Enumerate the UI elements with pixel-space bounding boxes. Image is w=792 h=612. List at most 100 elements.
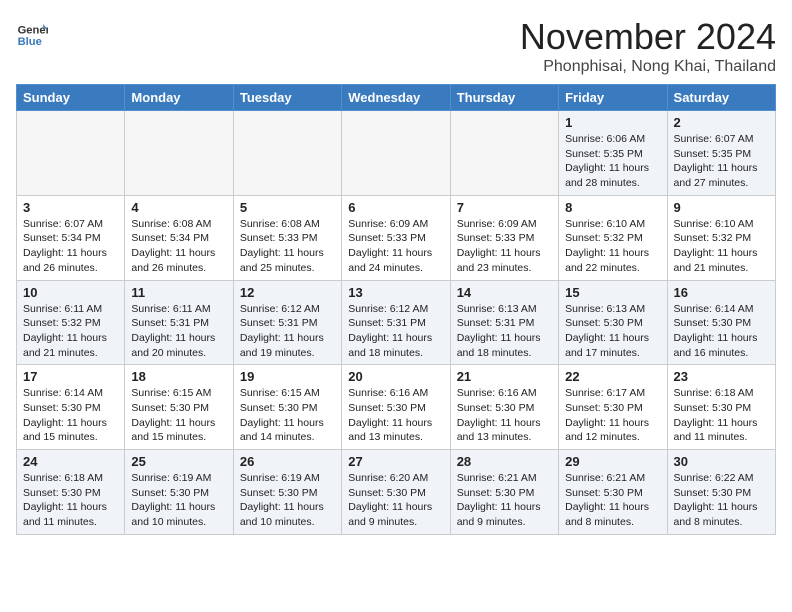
day-info: Sunrise: 6:06 AMSunset: 5:35 PMDaylight:… <box>565 132 660 191</box>
calendar-day: 30 Sunrise: 6:22 AMSunset: 5:30 PMDayligh… <box>667 450 775 535</box>
day-number: 25 <box>131 454 226 469</box>
day-number: 9 <box>674 200 769 215</box>
calendar-day: 28 Sunrise: 6:21 AMSunset: 5:30 PMDayligh… <box>450 450 558 535</box>
day-info: Sunrise: 6:11 AMSunset: 5:31 PMDaylight:… <box>131 302 226 361</box>
logo-icon: General Blue <box>16 16 48 48</box>
day-info: Sunrise: 6:19 AMSunset: 5:30 PMDaylight:… <box>131 471 226 530</box>
day-number: 6 <box>348 200 443 215</box>
calendar-day: 1 Sunrise: 6:06 AMSunset: 5:35 PMDaylight… <box>559 111 667 196</box>
day-info: Sunrise: 6:09 AMSunset: 5:33 PMDaylight:… <box>457 217 552 276</box>
day-info: Sunrise: 6:11 AMSunset: 5:32 PMDaylight:… <box>23 302 118 361</box>
calendar-day <box>233 111 341 196</box>
weekday-header-monday: Monday <box>125 85 233 111</box>
day-number: 4 <box>131 200 226 215</box>
day-number: 3 <box>23 200 118 215</box>
calendar-week-row: 10 Sunrise: 6:11 AMSunset: 5:32 PMDayligh… <box>17 280 776 365</box>
calendar-day: 7 Sunrise: 6:09 AMSunset: 5:33 PMDaylight… <box>450 195 558 280</box>
weekday-header-sunday: Sunday <box>17 85 125 111</box>
calendar-day: 12 Sunrise: 6:12 AMSunset: 5:31 PMDayligh… <box>233 280 341 365</box>
day-info: Sunrise: 6:14 AMSunset: 5:30 PMDaylight:… <box>23 386 118 445</box>
calendar-day: 16 Sunrise: 6:14 AMSunset: 5:30 PMDayligh… <box>667 280 775 365</box>
svg-text:Blue: Blue <box>18 36 42 48</box>
day-info: Sunrise: 6:08 AMSunset: 5:34 PMDaylight:… <box>131 217 226 276</box>
day-info: Sunrise: 6:16 AMSunset: 5:30 PMDaylight:… <box>348 386 443 445</box>
calendar-day: 22 Sunrise: 6:17 AMSunset: 5:30 PMDayligh… <box>559 365 667 450</box>
day-info: Sunrise: 6:12 AMSunset: 5:31 PMDaylight:… <box>348 302 443 361</box>
calendar-day: 4 Sunrise: 6:08 AMSunset: 5:34 PMDaylight… <box>125 195 233 280</box>
day-number: 30 <box>674 454 769 469</box>
weekday-header-tuesday: Tuesday <box>233 85 341 111</box>
day-info: Sunrise: 6:21 AMSunset: 5:30 PMDaylight:… <box>457 471 552 530</box>
day-number: 1 <box>565 115 660 130</box>
weekday-header-friday: Friday <box>559 85 667 111</box>
day-info: Sunrise: 6:22 AMSunset: 5:30 PMDaylight:… <box>674 471 769 530</box>
calendar-week-row: 17 Sunrise: 6:14 AMSunset: 5:30 PMDayligh… <box>17 365 776 450</box>
day-number: 16 <box>674 285 769 300</box>
day-number: 17 <box>23 369 118 384</box>
day-number: 23 <box>674 369 769 384</box>
calendar-day: 18 Sunrise: 6:15 AMSunset: 5:30 PMDayligh… <box>125 365 233 450</box>
calendar-day: 25 Sunrise: 6:19 AMSunset: 5:30 PMDayligh… <box>125 450 233 535</box>
day-number: 14 <box>457 285 552 300</box>
day-number: 5 <box>240 200 335 215</box>
day-info: Sunrise: 6:18 AMSunset: 5:30 PMDaylight:… <box>674 386 769 445</box>
weekday-header-saturday: Saturday <box>667 85 775 111</box>
calendar-day: 17 Sunrise: 6:14 AMSunset: 5:30 PMDayligh… <box>17 365 125 450</box>
day-info: Sunrise: 6:19 AMSunset: 5:30 PMDaylight:… <box>240 471 335 530</box>
day-number: 28 <box>457 454 552 469</box>
day-number: 18 <box>131 369 226 384</box>
calendar-day: 19Sunrise: 6:15 AMSunset: 5:30 PMDayligh… <box>233 365 341 450</box>
calendar-day <box>17 111 125 196</box>
day-number: 11 <box>131 285 226 300</box>
day-number: 19 <box>240 369 335 384</box>
day-number: 13 <box>348 285 443 300</box>
calendar-day: 6 Sunrise: 6:09 AMSunset: 5:33 PMDaylight… <box>342 195 450 280</box>
day-info: Sunrise: 6:13 AMSunset: 5:30 PMDaylight:… <box>565 302 660 361</box>
day-info: Sunrise: 6:10 AMSunset: 5:32 PMDaylight:… <box>565 217 660 276</box>
calendar-day <box>125 111 233 196</box>
day-info: Sunrise: 6:10 AMSunset: 5:32 PMDaylight:… <box>674 217 769 276</box>
day-number: 26 <box>240 454 335 469</box>
calendar-day: 14 Sunrise: 6:13 AMSunset: 5:31 PMDayligh… <box>450 280 558 365</box>
calendar-day: 24Sunrise: 6:18 AMSunset: 5:30 PMDayligh… <box>17 450 125 535</box>
day-number: 15 <box>565 285 660 300</box>
calendar-week-row: 24Sunrise: 6:18 AMSunset: 5:30 PMDayligh… <box>17 450 776 535</box>
weekday-header-wednesday: Wednesday <box>342 85 450 111</box>
day-info: Sunrise: 6:18 AMSunset: 5:30 PMDaylight:… <box>23 471 118 530</box>
calendar-day: 13 Sunrise: 6:12 AMSunset: 5:31 PMDayligh… <box>342 280 450 365</box>
day-info: Sunrise: 6:12 AMSunset: 5:31 PMDaylight:… <box>240 302 335 361</box>
calendar-week-row: 1 Sunrise: 6:06 AMSunset: 5:35 PMDaylight… <box>17 111 776 196</box>
day-number: 10 <box>23 285 118 300</box>
day-number: 2 <box>674 115 769 130</box>
day-number: 22 <box>565 369 660 384</box>
day-info: Sunrise: 6:16 AMSunset: 5:30 PMDaylight:… <box>457 386 552 445</box>
calendar-day: 26 Sunrise: 6:19 AMSunset: 5:30 PMDayligh… <box>233 450 341 535</box>
day-info: Sunrise: 6:21 AMSunset: 5:30 PMDaylight:… <box>565 471 660 530</box>
day-info: Sunrise: 6:09 AMSunset: 5:33 PMDaylight:… <box>348 217 443 276</box>
day-number: 7 <box>457 200 552 215</box>
location: Phonphisai, Nong Khai, Thailand <box>520 58 776 76</box>
day-info: Sunrise: 6:08 AMSunset: 5:33 PMDaylight:… <box>240 217 335 276</box>
weekday-header-thursday: Thursday <box>450 85 558 111</box>
day-number: 29 <box>565 454 660 469</box>
logo: General Blue <box>16 16 48 48</box>
day-number: 12 <box>240 285 335 300</box>
day-info: Sunrise: 6:15 AMSunset: 5:30 PMDaylight:… <box>131 386 226 445</box>
calendar-day: 29 Sunrise: 6:21 AMSunset: 5:30 PMDayligh… <box>559 450 667 535</box>
weekday-header-row: SundayMondayTuesdayWednesdayThursdayFrid… <box>17 85 776 111</box>
day-info: Sunrise: 6:17 AMSunset: 5:30 PMDaylight:… <box>565 386 660 445</box>
day-info: Sunrise: 6:07 AMSunset: 5:35 PMDaylight:… <box>674 132 769 191</box>
day-info: Sunrise: 6:14 AMSunset: 5:30 PMDaylight:… <box>674 302 769 361</box>
day-info: Sunrise: 6:13 AMSunset: 5:31 PMDaylight:… <box>457 302 552 361</box>
day-info: Sunrise: 6:07 AMSunset: 5:34 PMDaylight:… <box>23 217 118 276</box>
page-header: General Blue November 2024 Phonphisai, N… <box>16 16 776 76</box>
calendar-day: 2 Sunrise: 6:07 AMSunset: 5:35 PMDaylight… <box>667 111 775 196</box>
calendar-day: 21 Sunrise: 6:16 AMSunset: 5:30 PMDayligh… <box>450 365 558 450</box>
title-block: November 2024 Phonphisai, Nong Khai, Tha… <box>520 16 776 76</box>
calendar-table: SundayMondayTuesdayWednesdayThursdayFrid… <box>16 84 776 535</box>
calendar-day: 9 Sunrise: 6:10 AMSunset: 5:32 PMDaylight… <box>667 195 775 280</box>
calendar-day: 10 Sunrise: 6:11 AMSunset: 5:32 PMDayligh… <box>17 280 125 365</box>
calendar-day: 23 Sunrise: 6:18 AMSunset: 5:30 PMDayligh… <box>667 365 775 450</box>
day-number: 21 <box>457 369 552 384</box>
calendar-day: 15 Sunrise: 6:13 AMSunset: 5:30 PMDayligh… <box>559 280 667 365</box>
